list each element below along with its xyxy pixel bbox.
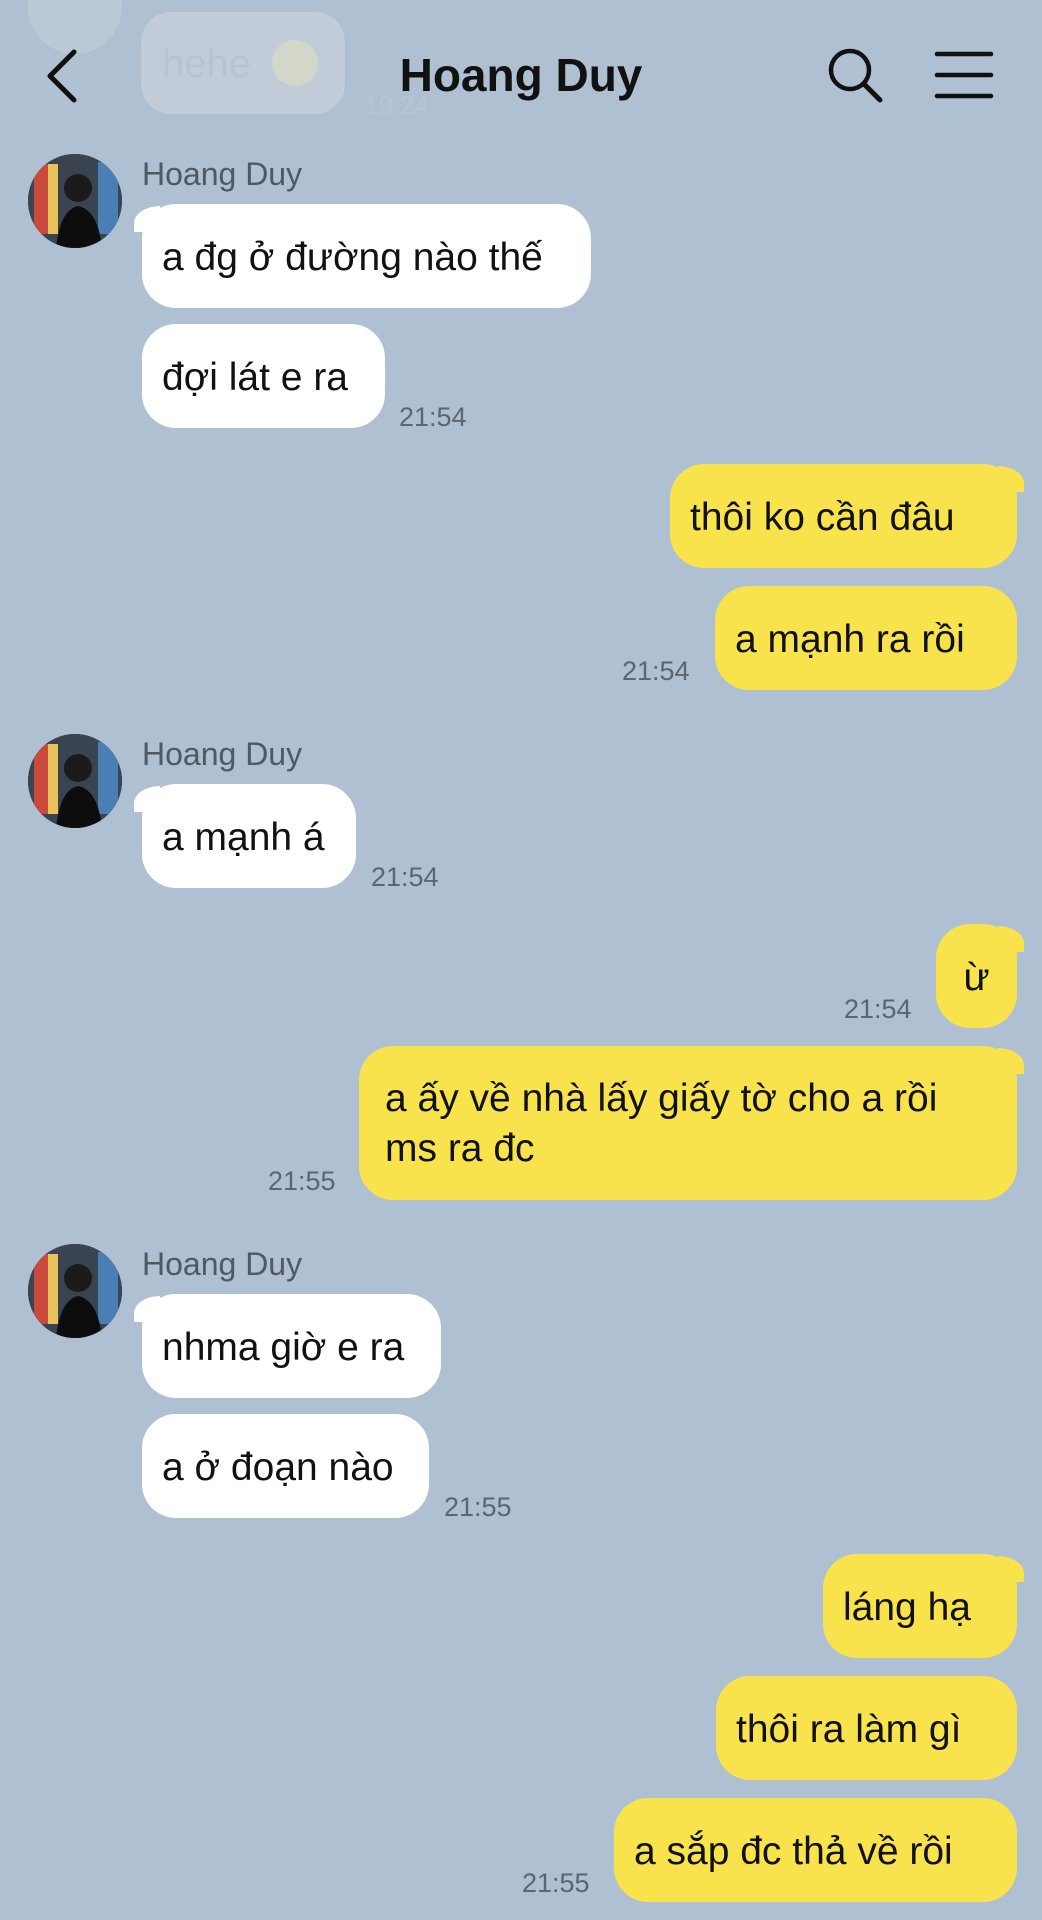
menu-button[interactable] bbox=[934, 50, 994, 100]
avatar-photo bbox=[28, 154, 122, 248]
message-time: 21:55 bbox=[522, 1868, 590, 1898]
incoming-message[interactable]: nhma giờ e ra bbox=[142, 1294, 441, 1398]
outgoing-message[interactable]: a sắp đc thả về rồi bbox=[614, 1798, 1017, 1902]
sender-name: Hoang Duy bbox=[142, 156, 303, 192]
chat-title: Hoang Duy bbox=[399, 49, 643, 101]
incoming-message[interactable]: a đg ở đường nào thế bbox=[142, 204, 591, 308]
outgoing-message[interactable]: láng hạ bbox=[823, 1554, 1017, 1658]
sender-name: Hoang Duy bbox=[142, 1246, 303, 1282]
avatar[interactable] bbox=[28, 1244, 122, 1338]
outgoing-message[interactable]: a ấy về nhà lấy giấy tờ cho a rồi ms ra … bbox=[359, 1046, 1017, 1200]
outgoing-message[interactable]: a mạnh ra rồi bbox=[715, 586, 1017, 690]
avatar[interactable] bbox=[28, 154, 122, 248]
sender-name: Hoang Duy bbox=[142, 736, 303, 772]
message-time: 21:55 bbox=[268, 1166, 336, 1196]
avatar[interactable] bbox=[28, 734, 122, 828]
message-time: 21:54 bbox=[844, 994, 912, 1024]
outgoing-message[interactable]: ừ bbox=[936, 924, 1017, 1028]
incoming-message[interactable]: a ở đoạn nào bbox=[142, 1414, 429, 1518]
message-time: 21:54 bbox=[371, 862, 439, 892]
search-icon bbox=[828, 48, 883, 103]
outgoing-message[interactable]: thôi ra làm gì bbox=[716, 1676, 1017, 1780]
incoming-message[interactable]: đợi lát e ra bbox=[142, 324, 385, 428]
outgoing-message[interactable]: thôi ko cần đâu bbox=[670, 464, 1017, 568]
hamburger-menu-icon bbox=[934, 51, 994, 99]
avatar-photo bbox=[28, 1244, 122, 1338]
message-time: 21:55 bbox=[444, 1492, 512, 1522]
message-time: 21:54 bbox=[622, 656, 690, 686]
message-time: 21:54 bbox=[399, 402, 467, 432]
avatar-photo bbox=[28, 734, 122, 828]
incoming-message[interactable]: a mạnh á bbox=[142, 784, 356, 888]
search-button[interactable] bbox=[826, 46, 884, 104]
